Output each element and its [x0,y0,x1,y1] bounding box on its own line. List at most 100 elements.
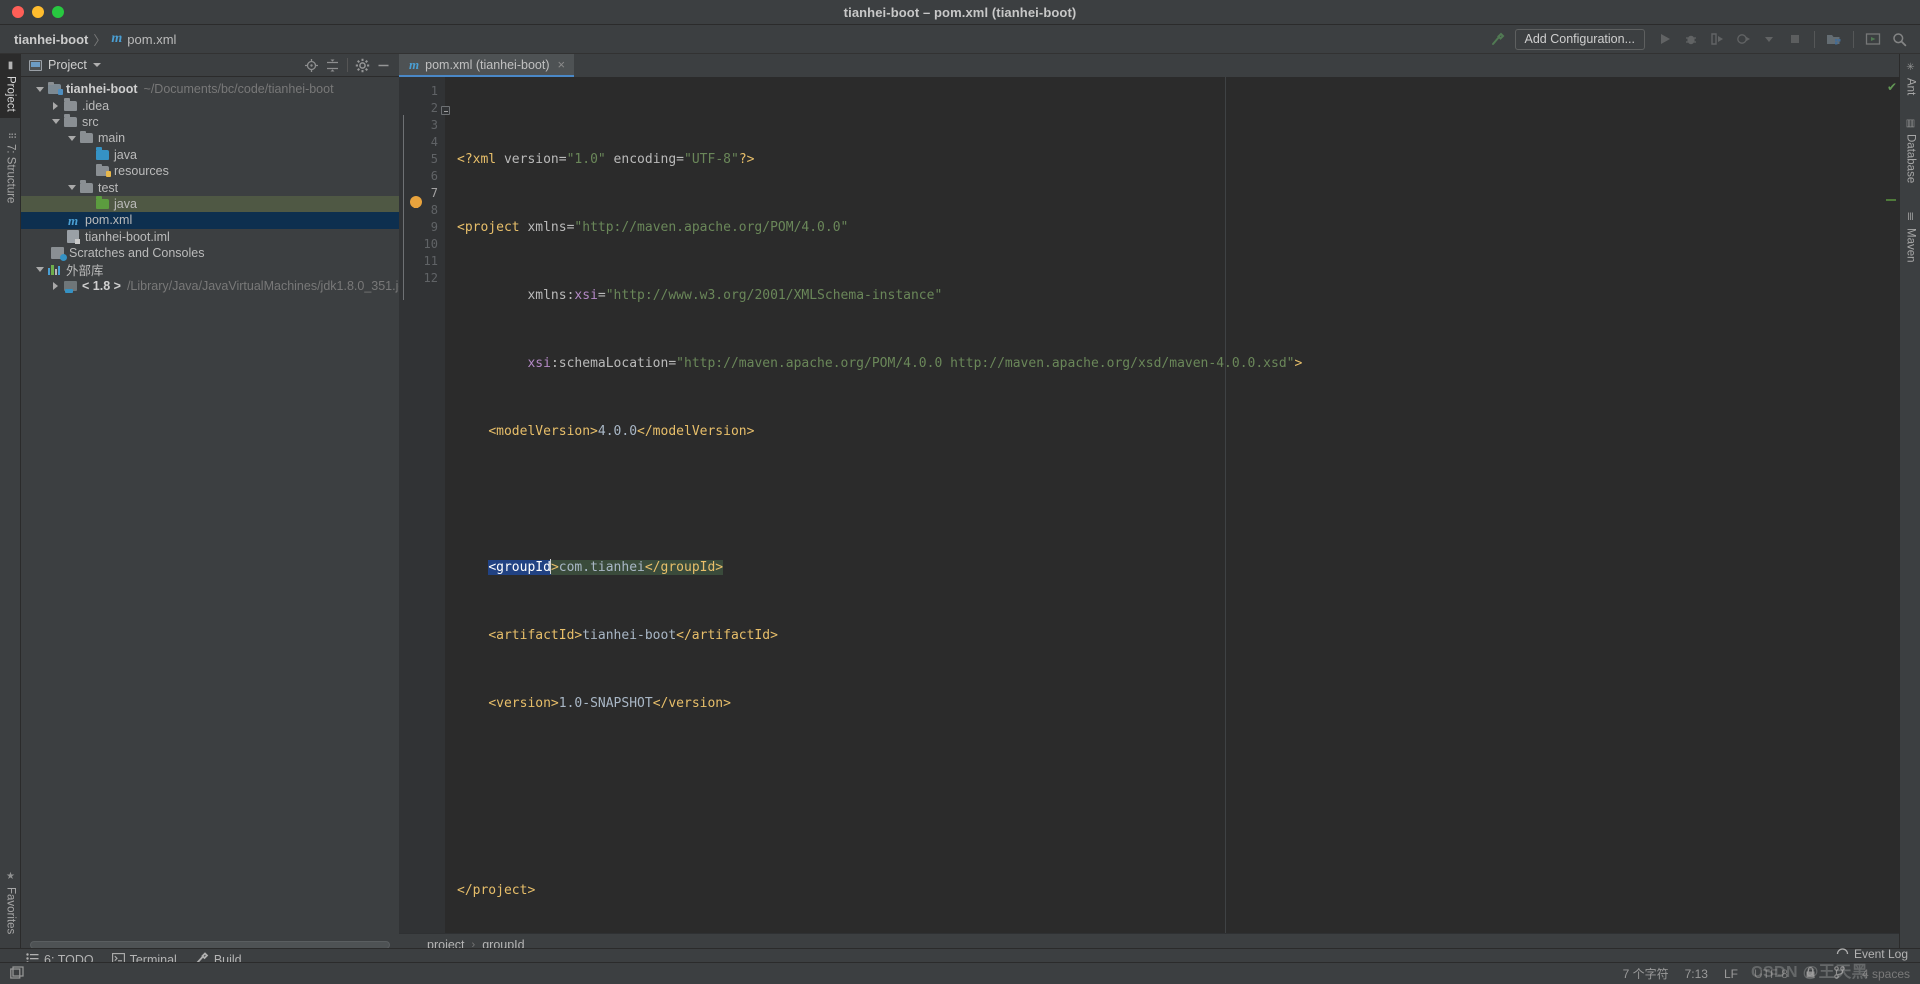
intention-bulb-icon[interactable] [410,196,422,208]
indent-setting[interactable]: 4 spaces [1862,967,1910,981]
panel-divider [347,58,348,72]
expand-arrow-icon[interactable] [65,135,78,141]
run-toolbar: Add Configuration... [1485,27,1920,51]
tree-row-iml[interactable]: tianhei-boot.iml [21,229,399,245]
chevron-down-icon[interactable] [92,63,101,67]
structure-icon: ⠿ [5,132,16,140]
sidebar-item-structure-label: 7: Structure [4,144,17,204]
editor-area: m pom.xml (tianhei-boot) × 1 2 3 4 5 6 7… [399,54,1899,955]
run-with-coverage-icon[interactable] [1704,27,1730,51]
project-panel-actions [302,56,393,75]
tree-row-pom-xml[interactable]: m pom.xml [21,212,399,229]
tree-label: pom.xml [85,213,133,228]
expand-arrow-icon[interactable] [33,86,46,92]
folder-icon [62,98,78,111]
show-tool-windows-icon[interactable] [10,965,24,982]
toolbar-divider [1814,30,1815,48]
editor-gutter[interactable]: 1 2 3 4 5 6 7 8 9 10 11 12 [399,77,450,933]
search-everywhere-icon[interactable] [1886,27,1912,51]
code-token: = [597,288,606,303]
sidebar-item-database[interactable]: ▥ Database [1900,112,1920,200]
expand-arrow-icon[interactable] [65,185,78,191]
code-line-3: xmlns:xsi="http://www.w3.org/2001/XMLSch… [457,287,1885,304]
line-number: 8 [430,203,438,217]
right-margin-guide [1225,77,1226,933]
close-icon[interactable]: × [557,57,565,72]
inspection-ok-check-icon[interactable]: ✔ [1887,80,1897,94]
expand-arrow-icon[interactable] [49,119,62,125]
stop-icon[interactable] [1782,27,1808,51]
project-folder-icon: ▮ [5,60,16,71]
editor-tab-pom-xml[interactable]: m pom.xml (tianhei-boot) × [399,54,575,77]
sidebar-item-maven[interactable]: Ⅲ Maven [1900,206,1920,274]
select-run-target-icon[interactable] [1860,27,1886,51]
tree-label: resources [114,164,169,179]
sidebar-item-structure[interactable]: ⠿ 7: Structure [0,126,21,218]
code-line-7[interactable]: <groupId >com.tianhei</groupId> [457,559,1885,576]
project-tree[interactable]: tianhei-boot ~/Documents/bc/code/tianhei… [21,77,399,938]
tree-label: main [98,131,126,146]
event-log-button[interactable]: Event Log [1836,946,1908,962]
editor-tab-bar: m pom.xml (tianhei-boot) × [399,54,1899,77]
marker-stripe-change[interactable] [1886,199,1896,201]
right-tool-window-strip: ✳ Ant ▥ Database Ⅲ Maven [1899,54,1920,955]
locate-file-icon[interactable] [302,56,321,75]
debug-icon[interactable] [1678,27,1704,51]
project-tool-window: Project tianhei-boot ~/Documents/bc/code… [21,54,399,955]
profiler-icon[interactable] [1730,27,1756,51]
add-configuration-button[interactable]: Add Configuration... [1514,28,1645,50]
editor-marker-strip[interactable]: ✔ [1885,77,1899,933]
tree-row-src[interactable]: src [21,114,399,130]
window-title: tianhei-boot – pom.xml (tianhei-boot) [843,4,1077,20]
gear-icon[interactable] [353,56,372,75]
collapse-all-icon[interactable] [323,56,342,75]
chevron-down-icon[interactable] [1756,27,1782,51]
tree-row-main[interactable]: main [21,130,399,146]
tree-row-tianhei-boot[interactable]: tianhei-boot ~/Documents/bc/code/tianhei… [21,81,399,97]
git-branch-icon[interactable] [1833,965,1846,982]
tree-row-main-java[interactable]: java [21,147,399,163]
tree-label: Scratches and Consoles [69,246,205,261]
code-token: </modelVersion> [637,424,755,439]
code-token: version= [496,152,567,167]
tree-row-resources[interactable]: resources [21,163,399,179]
build-hammer-icon[interactable] [1485,27,1511,51]
navbar-crumb-file[interactable]: pom.xml [127,32,176,47]
tree-row-external-libraries[interactable]: 外部库 [21,261,399,278]
jdk-icon [62,280,78,293]
tree-row-scratches[interactable]: Scratches and Consoles [21,245,399,262]
expand-arrow-icon[interactable] [49,281,62,290]
read-only-lock-icon[interactable] [1804,966,1817,982]
expand-arrow-icon[interactable] [33,266,46,272]
sidebar-item-project[interactable]: ▮ Project [0,54,21,118]
project-panel-header: Project [21,54,399,77]
sidebar-item-ant[interactable]: ✳ Ant [1900,56,1920,106]
resources-root-icon [94,163,111,178]
navbar-crumb-project[interactable]: tianhei-boot [14,32,88,47]
run-icon[interactable] [1652,27,1678,51]
project-structure-icon[interactable] [1821,27,1847,51]
tree-row-jdk[interactable]: < 1.8 > /Library/Java/JavaVirtualMachine… [21,278,399,294]
code-editor[interactable]: 1 2 3 4 5 6 7 8 9 10 11 12 <?xml version… [399,77,1899,933]
code-token: 4.0.0 [597,424,638,439]
code-token: xmlns= [519,220,575,235]
expand-arrow-icon[interactable] [49,101,62,110]
folder-icon [78,130,94,144]
sidebar-item-favorites[interactable]: ★ Favorites [0,865,21,951]
line-number: 1 [430,84,438,98]
left-tool-window-strip: ▮ Project ⠿ 7: Structure ★ Favorites [0,54,21,955]
sidebar-item-ant-label: Ant [1904,78,1917,96]
tree-row-test[interactable]: test [21,179,399,195]
star-icon: ★ [5,871,16,882]
tree-row-idea[interactable]: .idea [21,97,399,113]
navbar-breadcrumb[interactable]: tianhei-boot 〉 m pom.xml [0,30,176,49]
code-text[interactable]: <?xml version="1.0" encoding="UTF-8"?> <… [445,77,1885,933]
file-encoding[interactable]: UTF-8 [1754,967,1788,981]
caret-position[interactable]: 7:13 [1685,967,1708,981]
code-token: "1.0" [566,152,606,167]
tree-row-test-java[interactable]: java [21,195,399,213]
maven-pom-icon: m [67,212,79,228]
line-separator[interactable]: LF [1724,967,1738,981]
hide-panel-icon[interactable] [374,56,393,75]
